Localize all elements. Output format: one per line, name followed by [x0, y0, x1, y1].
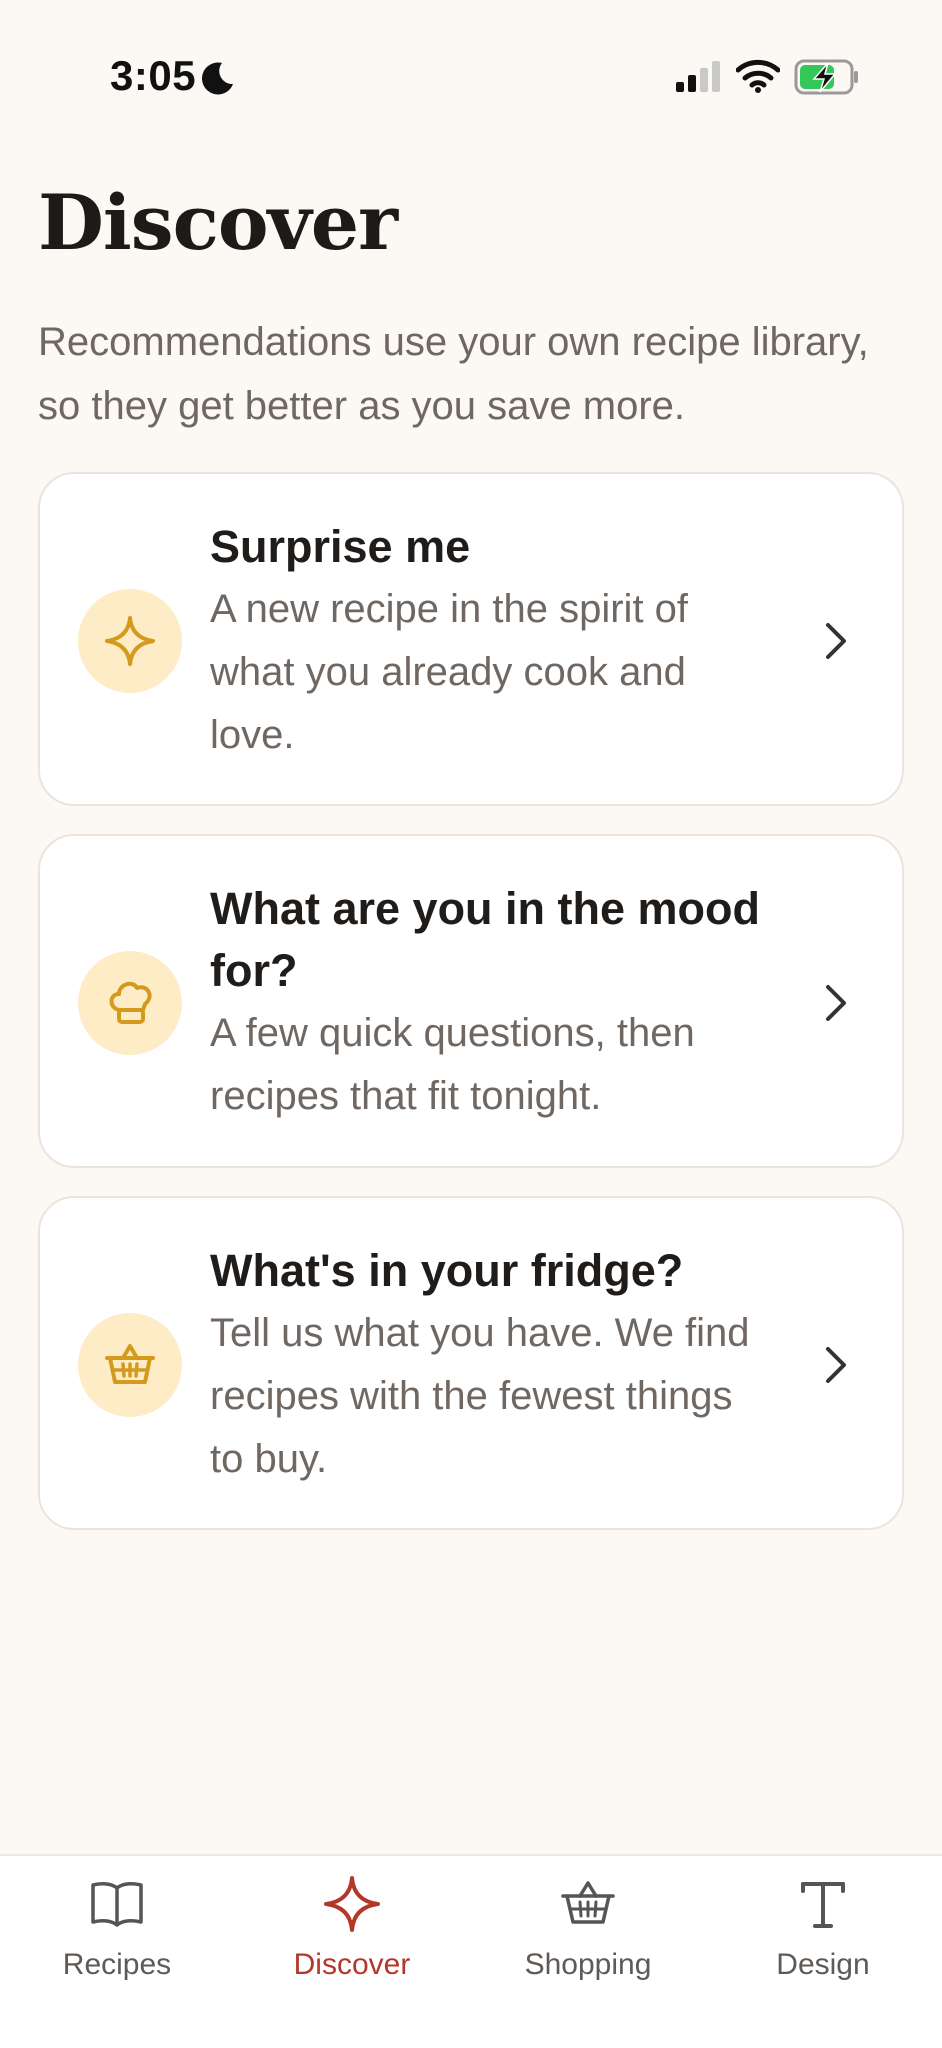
- card-text: Surprise me A new recipe in the spirit o…: [210, 516, 770, 767]
- card-description: Tell us what you have. We find recipes w…: [210, 1311, 750, 1481]
- fridge-card[interactable]: What's in your fridge? Tell us what you …: [38, 1196, 904, 1530]
- tab-recipes[interactable]: Recipes: [17, 1874, 217, 1994]
- surprise-me-card[interactable]: Surprise me A new recipe in the spirit o…: [38, 472, 904, 806]
- tab-shopping[interactable]: Shopping: [488, 1874, 688, 1994]
- card-title: Surprise me: [210, 521, 471, 572]
- basket-icon: [561, 1881, 615, 1924]
- tab-label: Recipes: [62, 1948, 172, 1981]
- book-icon: [91, 1882, 143, 1927]
- chevron-right-icon: [826, 1347, 846, 1383]
- moon-icon: [201, 62, 233, 95]
- chef-hat-icon: [78, 951, 182, 1055]
- page-subtitle: Recommendations use your own recipe libr…: [38, 320, 869, 428]
- text-icon: [801, 1882, 845, 1928]
- mood-card[interactable]: What are you in the mood for? A few quic…: [38, 834, 904, 1168]
- page-title: Discover: [38, 178, 398, 267]
- status-time: 3:05: [110, 52, 197, 99]
- chevron-right-icon: [826, 985, 846, 1021]
- card-description: A few quick questions, then recipes that…: [210, 1011, 695, 1118]
- status-bar: 3:05: [0, 0, 942, 140]
- sparkle-icon: [324, 1876, 380, 1932]
- tab-label: Shopping: [524, 1948, 652, 1981]
- card-title: What's in your fridge?: [210, 1245, 684, 1296]
- discover-screen: 3:05 Discover Recommendations use your o…: [0, 0, 942, 2048]
- card-description: A new recipe in the spirit of what you a…: [210, 587, 689, 757]
- cellular-signal-icon: [676, 61, 720, 92]
- chevron-right-icon: [826, 623, 846, 659]
- tab-label: Design: [776, 1948, 870, 1981]
- tab-label: Discover: [293, 1948, 411, 1981]
- tab-discover[interactable]: Discover: [252, 1874, 452, 1994]
- tab-bar: Recipes Discover Shopping Design: [0, 1854, 942, 2048]
- sparkle-icon: [78, 589, 182, 693]
- battery-charging-icon: [794, 59, 858, 95]
- card-text: What are you in the mood for? A few quic…: [210, 878, 770, 1128]
- card-text: What's in your fridge? Tell us what you …: [210, 1240, 770, 1491]
- basket-icon: [78, 1313, 182, 1417]
- wifi-icon: [736, 59, 780, 93]
- card-title: What are you in the mood for?: [210, 883, 761, 996]
- tab-design[interactable]: Design: [723, 1874, 923, 1994]
